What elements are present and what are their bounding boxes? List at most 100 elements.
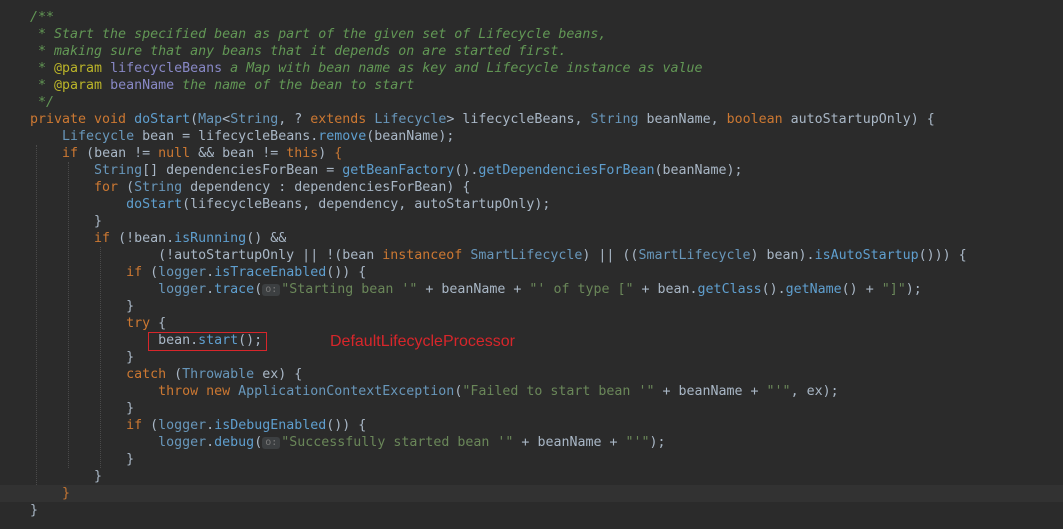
code-token: Throwable — [182, 367, 255, 382]
code-token: { — [334, 146, 343, 161]
code-line[interactable]: throw new ApplicationContextException("F… — [0, 383, 1063, 400]
code-token: ()) { — [326, 265, 367, 280]
code-token: logger — [158, 418, 207, 433]
code-line[interactable]: for (String dependency : dependenciesFor… — [0, 179, 1063, 196]
code-line[interactable]: logger.trace(o: "Starting bean '" + beanN… — [0, 281, 1063, 298]
code-token: if — [94, 231, 119, 246]
code-token: ( — [150, 265, 159, 280]
code-token: @param — [54, 61, 103, 76]
code-line[interactable]: if (!bean.isRunning() && — [0, 230, 1063, 247]
code-line[interactable]: if (logger.isTraceEnabled()) { — [0, 264, 1063, 281]
code-token: catch — [126, 367, 175, 382]
code-line[interactable]: * Start the specified bean as part of th… — [0, 26, 1063, 43]
code-line[interactable]: catch (Throwable ex) { — [0, 366, 1063, 383]
code-token: trace — [214, 282, 255, 297]
code-line[interactable]: } — [0, 468, 1063, 485]
code-token: "'" — [625, 435, 650, 450]
code-token: Map — [198, 112, 223, 127]
code-token: logger — [158, 265, 207, 280]
code-token: "' of type [" — [529, 282, 634, 297]
code-line[interactable]: */ — [0, 94, 1063, 111]
code-token: extends — [310, 112, 375, 127]
code-token: isDebugEnabled — [214, 418, 327, 433]
code-line[interactable]: } — [0, 349, 1063, 366]
code-line[interactable]: * @param beanName the name of the bean t… — [0, 77, 1063, 94]
code-token: dependency : dependenciesForBean) { — [182, 180, 471, 195]
code-token: String — [230, 112, 279, 127]
code-editor[interactable]: /** * Start the specified bean as part o… — [0, 0, 1063, 529]
code-line[interactable]: } — [0, 298, 1063, 315]
code-line[interactable]: } — [0, 502, 1063, 519]
code-token: isRunning — [174, 231, 247, 246]
code-line[interactable]: doStart(lifecycleBeans, dependency, auto… — [0, 196, 1063, 213]
code-line[interactable]: private void doStart(Map<String, ? exten… — [0, 111, 1063, 128]
code-token: ( — [126, 180, 135, 195]
code-token: . — [206, 435, 215, 450]
code-token: . — [206, 265, 215, 280]
code-token: Lifecycle — [374, 112, 447, 127]
code-line[interactable]: Lifecycle bean = lifecycleBeans.remove(b… — [0, 128, 1063, 145]
code-token: + beanName + — [654, 384, 767, 399]
code-token: if — [126, 418, 151, 433]
code-line[interactable]: } — [0, 485, 1063, 502]
code-line[interactable]: /** — [0, 9, 1063, 26]
code-token: , ? — [278, 112, 311, 127]
code-token: ( — [174, 367, 183, 382]
code-token: if — [62, 146, 87, 161]
code-line[interactable]: logger.debug(o: "Successfully started bea… — [0, 434, 1063, 451]
code-token: SmartLifecycle — [470, 248, 583, 263]
code-token: "]" — [881, 282, 906, 297]
code-token: autoStartupOnly) { — [790, 112, 935, 127]
code-token: if — [126, 265, 151, 280]
code-token: boolean — [726, 112, 791, 127]
code-token: ())) { — [918, 248, 967, 263]
code-token: instanceof — [382, 248, 471, 263]
code-token: ( — [254, 435, 263, 450]
code-line[interactable]: (!autoStartupOnly || !(bean instanceof S… — [0, 247, 1063, 264]
code-token: + beanName + — [513, 435, 626, 450]
code-token: doStart — [126, 197, 183, 212]
code-token: * — [30, 78, 55, 93]
code-line[interactable]: * @param lifecycleBeans a Map with bean … — [0, 60, 1063, 77]
code-token: "'" — [766, 384, 791, 399]
code-token: () + — [841, 282, 882, 297]
code-token: () && — [246, 231, 287, 246]
code-line[interactable]: } — [0, 400, 1063, 417]
code-token: * — [30, 61, 55, 76]
code-token: . — [206, 418, 215, 433]
code-token: bean = lifecycleBeans. — [134, 129, 319, 144]
code-token: } — [30, 452, 135, 467]
code-line[interactable]: if (logger.isDebugEnabled()) { — [0, 417, 1063, 434]
code-line[interactable]: } — [0, 451, 1063, 468]
code-token: , ex); — [790, 384, 839, 399]
code-line[interactable]: if (bean != null && bean != this) { — [0, 145, 1063, 162]
code-token: "Failed to start bean '" — [462, 384, 655, 399]
code-token: getDependenciesForBean — [478, 163, 655, 178]
code-token: Lifecycle — [62, 129, 135, 144]
parameter-hint: o: — [262, 284, 281, 296]
code-token: a Map with bean name as key and Lifecycl… — [222, 61, 703, 76]
code-token: + beanName + — [417, 282, 530, 297]
code-token: /** — [30, 10, 55, 25]
parameter-hint: o: — [262, 437, 281, 449]
code-line[interactable]: try { — [0, 315, 1063, 332]
code-token: String — [94, 163, 143, 178]
code-token: && bean != — [198, 146, 287, 161]
code-token: ()) { — [326, 418, 367, 433]
code-line[interactable]: String[] dependenciesForBean = getBeanFa… — [0, 162, 1063, 179]
code-token: ( — [254, 282, 263, 297]
code-token: throw new — [158, 384, 239, 399]
code-token: null — [158, 146, 199, 161]
code-line[interactable]: * making sure that any beans that it dep… — [0, 43, 1063, 60]
code-token: } — [30, 350, 135, 365]
code-line[interactable]: } — [0, 213, 1063, 230]
